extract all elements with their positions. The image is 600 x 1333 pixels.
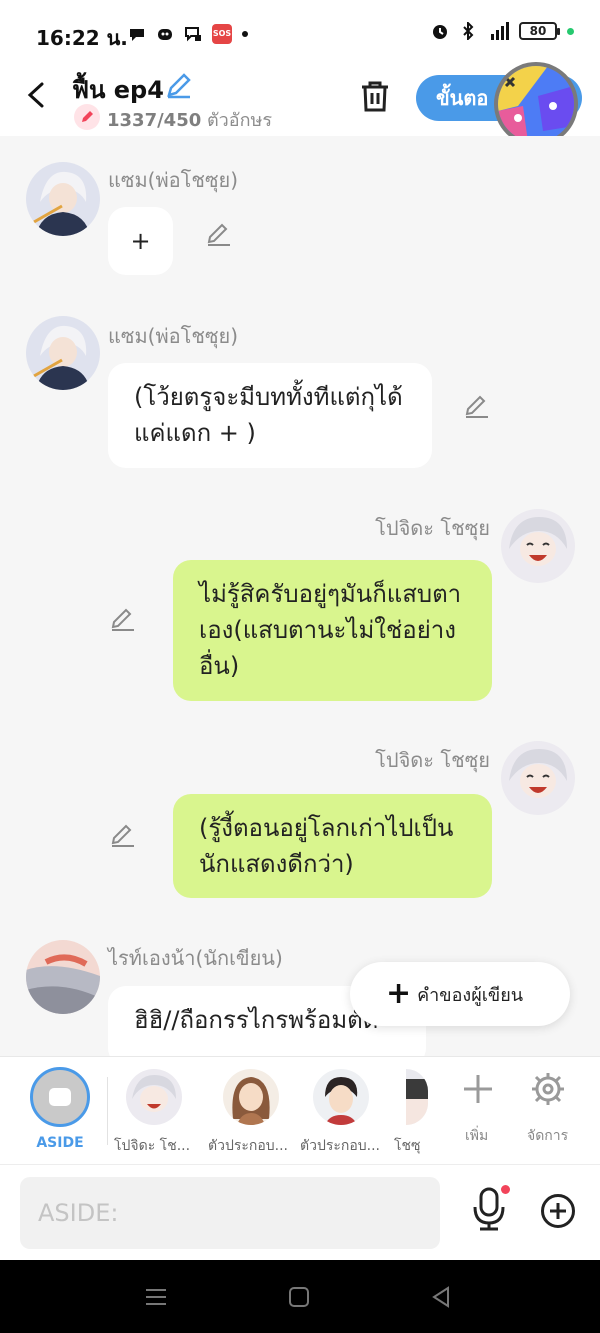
dot-icon	[242, 31, 248, 37]
sos-icon: SOS	[212, 24, 232, 44]
aside-character-button[interactable]	[30, 1067, 90, 1127]
message-bubble[interactable]: ไม่รู้สิครับอยู่ๆมันก็แสบตาเอง(แสบตานะไม…	[173, 560, 492, 701]
character-label: ตัวประกอบ...	[208, 1138, 289, 1154]
character-label: ตัวประกอบ...	[300, 1138, 381, 1154]
message-bubble[interactable]: +	[108, 207, 173, 275]
edit-message-icon[interactable]	[109, 605, 137, 633]
status-bar: 16:22 น. SOS 80	[0, 0, 600, 66]
aside-label: ASIDE	[36, 1135, 84, 1151]
game-bubble-icon	[498, 66, 574, 142]
message-bubble[interactable]: (โว้ยตรูจะมีบททั้งทีแต่กุได้แค่แดก + )	[108, 363, 432, 468]
system-nav-bar	[0, 1260, 600, 1333]
character-selector: ASIDE โปจิดะ โช... ตัวประกอบ... ตัวประกอ…	[0, 1056, 600, 1164]
character-extra-female[interactable]	[223, 1069, 279, 1125]
char-count-value: 1337/450	[107, 110, 202, 131]
alarm-icon	[433, 25, 447, 39]
character-partial[interactable]	[406, 1069, 428, 1125]
add-character-icon[interactable]	[460, 1071, 496, 1107]
plus-icon: +	[386, 976, 412, 1011]
home-icon[interactable]	[286, 1284, 312, 1310]
char-count-unit: ตัวอักษร	[206, 110, 273, 131]
battery-icon: 80	[519, 22, 560, 40]
menu-icon[interactable]	[143, 1284, 169, 1310]
speaker-name: แซม(พ่อโชซุย)	[108, 168, 239, 192]
author-note-label: คำของผู้เขียน	[417, 984, 524, 1006]
avatar-sam[interactable]	[26, 316, 100, 390]
notification-icons: SOS	[128, 24, 248, 44]
recording-dot-icon	[501, 1185, 510, 1194]
avatar-pojida[interactable]	[501, 741, 575, 815]
aside-input[interactable]	[20, 1177, 440, 1249]
author-note-button[interactable]: + คำของผู้เขียน	[350, 962, 570, 1026]
trash-icon[interactable]	[358, 78, 392, 114]
edit-message-icon[interactable]	[205, 220, 233, 248]
bluetooth-icon	[463, 22, 474, 40]
speaker-name: แซม(พ่อโชซุย)	[108, 324, 239, 348]
status-time: 16:22 น.	[36, 26, 128, 50]
add-circle-icon[interactable]	[540, 1193, 576, 1229]
speaker-name: โปจิดะ โชซุย	[375, 516, 490, 540]
input-row	[0, 1164, 600, 1260]
chat-bubble-icon	[130, 29, 144, 41]
floating-game-bubble[interactable]	[494, 62, 578, 146]
aside-bubble-icon	[49, 1088, 71, 1106]
add-label: เพิ่ม	[465, 1128, 489, 1144]
message-bubble[interactable]: (รู้งี้ตอนอยู่โลกเก่าไปเป็นนักแสดงดีกว่า…	[173, 794, 492, 898]
avatar-sam[interactable]	[26, 162, 100, 236]
chat-area[interactable]: แซม(พ่อโชซุย) + แซม(พ่อโชซุย) (โว้ยตรูจะ…	[0, 136, 600, 1056]
edit-message-icon[interactable]	[109, 821, 137, 849]
back-arrow-icon[interactable]	[22, 80, 52, 110]
green-dot-icon	[567, 27, 574, 35]
back-icon[interactable]	[428, 1284, 454, 1310]
chat-lock-icon	[185, 27, 201, 42]
avatar-writer[interactable]	[26, 940, 100, 1014]
character-count: 1337/450 ตัวอักษร	[107, 105, 272, 134]
speaker-name: โปจิดะ โชซุย	[375, 748, 490, 772]
system-icons: 80	[431, 22, 574, 40]
speaker-name: ไรท์เองน้า(นักเขียน)	[108, 946, 283, 970]
game-controller-icon	[158, 29, 172, 40]
divider	[107, 1077, 108, 1145]
edit-title-icon[interactable]	[164, 70, 194, 100]
character-extra-male[interactable]	[313, 1069, 369, 1125]
character-label: โชซุ	[394, 1138, 421, 1154]
editor-header: ฟื้น ep4 1337/450 ตัวอักษร ขั้นตอ	[0, 62, 600, 146]
signal-icon	[491, 22, 509, 40]
pencil-badge-icon	[74, 104, 100, 130]
edit-message-icon[interactable]	[463, 392, 491, 420]
avatar-pojida[interactable]	[501, 509, 575, 583]
character-label: โปจิดะ โช...	[114, 1138, 191, 1154]
character-pojida[interactable]	[126, 1069, 182, 1125]
gear-icon[interactable]	[530, 1071, 566, 1107]
manage-label: จัดการ	[527, 1128, 569, 1144]
